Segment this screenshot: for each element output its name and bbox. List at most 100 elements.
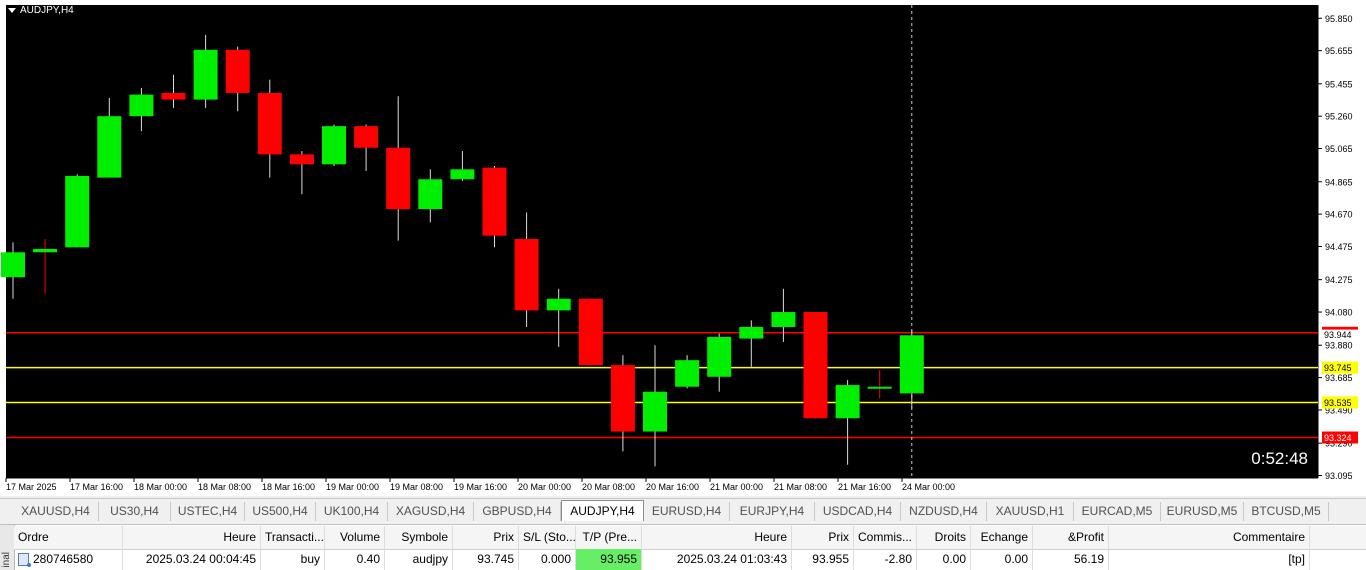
tab-chart[interactable]: UK100,H4	[316, 502, 388, 521]
candle-body	[129, 94, 154, 117]
table-cell: 2025.03.24 00:04:45	[123, 549, 261, 570]
chart-menu-triangle-icon[interactable]	[8, 8, 16, 13]
y-tick-label: 94.475	[1325, 242, 1353, 252]
tab-chart[interactable]: XAGUSD,H4	[388, 502, 474, 521]
candle-body	[514, 239, 539, 311]
candle-body	[578, 298, 603, 366]
candle-body	[193, 49, 218, 100]
x-tick-label: 20 Mar 16:00	[646, 482, 699, 492]
candle-body	[707, 336, 732, 377]
tab-chart[interactable]: EURJPY,H4	[730, 502, 815, 521]
tab-chart[interactable]: NZDUSD,H4	[901, 502, 987, 521]
tab-chart[interactable]: USDCAD,H4	[815, 502, 901, 521]
order-id: 280746580	[33, 552, 94, 566]
y-tick-label: 94.865	[1325, 177, 1353, 187]
y-tick-label: 94.670	[1325, 210, 1353, 220]
price-level-tag-label: 93.535	[1324, 398, 1352, 408]
x-tick-label: 19 Mar 08:00	[390, 482, 443, 492]
bar-countdown: 0:52:48	[1251, 449, 1308, 468]
column-header[interactable]: Heure	[123, 526, 261, 549]
chart-canvas[interactable]: 95.850 95.655 95.455 95.260 95.065 94.865 94.6…	[0, 0, 1366, 496]
y-tick-label: 94.080	[1325, 308, 1353, 318]
chart-symbol-title[interactable]: AUDJPY,H4	[8, 5, 74, 16]
terminal-side-caption[interactable]: inal	[0, 525, 15, 570]
x-tick-label: 18 Mar 08:00	[198, 482, 251, 492]
y-tick-label: 95.260	[1325, 112, 1353, 122]
history-table-header: Ordre Heure Transacti... Volume Symbole Prix S…	[14, 526, 1366, 550]
price-level-tag-label: 93.745	[1324, 363, 1352, 373]
price-chart[interactable]: 95.850 95.655 95.455 95.260 95.065 94.865 94.6…	[0, 0, 1366, 496]
tab-chart[interactable]: US30,H4	[99, 502, 171, 521]
candle-body	[867, 386, 892, 389]
y-tick-label: 95.455	[1325, 79, 1353, 89]
x-tick-label: 21 Mar 16:00	[838, 482, 891, 492]
tab-chart[interactable]: XAUUSD,H1	[987, 502, 1074, 521]
x-tick-label: 17 Mar 16:00	[70, 482, 123, 492]
column-header[interactable]: &Profit	[1033, 526, 1109, 549]
x-tick-label: 20 Mar 08:00	[582, 482, 635, 492]
order-icon	[18, 553, 31, 568]
candle-body	[803, 312, 828, 419]
candle-body	[257, 92, 282, 155]
table-cell: 0.000	[519, 549, 576, 570]
table-cell: 93.745	[453, 549, 519, 570]
candle-body	[546, 298, 571, 311]
x-tick-label: 20 Mar 00:00	[518, 482, 571, 492]
tab-chart[interactable]: EURUSD,M5	[1161, 502, 1244, 521]
y-tick-label: 95.065	[1325, 144, 1353, 154]
tab-chart[interactable]: XAUUSD,H4	[13, 502, 99, 521]
table-cell: 0.40	[325, 549, 385, 570]
tab-chart[interactable]: EURUSD,H4	[644, 502, 730, 521]
candle-body	[610, 365, 635, 432]
candle-body	[225, 49, 250, 93]
candle-body	[65, 175, 90, 248]
candle-body	[1, 252, 25, 278]
x-tick-label: 18 Mar 00:00	[134, 482, 187, 492]
column-header[interactable]: T/P (Pre...	[576, 526, 642, 549]
x-tick-label: 21 Mar 00:00	[710, 482, 763, 492]
price-level-tag-label: 93.324	[1324, 433, 1352, 443]
tab-chart[interactable]: USTEC,H4	[171, 502, 245, 521]
x-tick-label: 24 Mar 00:00	[902, 482, 955, 492]
y-tick-label: 95.850	[1325, 14, 1353, 24]
x-tick-label: 21 Mar 08:00	[774, 482, 827, 492]
y-tick-label: 95.655	[1325, 46, 1353, 56]
candle-body	[322, 126, 346, 165]
column-header[interactable]: Prix	[792, 526, 854, 549]
column-header[interactable]: Prix	[453, 526, 519, 549]
tab-chart[interactable]: EURCAD,M5	[1074, 502, 1161, 521]
column-header[interactable]: Transacti...	[261, 526, 325, 549]
y-tick-label: 94.275	[1325, 275, 1353, 285]
column-header[interactable]: S/L (Sto...	[519, 526, 576, 549]
candle-body	[386, 147, 411, 210]
column-header[interactable]: Echange	[971, 526, 1033, 549]
candle-body	[289, 154, 314, 165]
column-header[interactable]: Commis...	[854, 526, 917, 549]
column-header[interactable]: Droits	[917, 526, 971, 549]
terminal-panel: inal Ordre Heure Transacti... Volume Symbole…	[0, 524, 1366, 570]
table-cell: buy	[261, 549, 325, 570]
column-header[interactable]: Heure	[642, 526, 792, 549]
tab-chart[interactable]: US500,H4	[245, 502, 316, 521]
tab-chart[interactable]: AUDJPY,H4	[561, 500, 644, 521]
chart-symbol-label: AUDJPY,H4	[20, 5, 74, 16]
candle-body	[835, 385, 860, 419]
tab-chart[interactable]: GBPUSD,H4	[474, 502, 561, 521]
table-cell: 56.19	[1033, 549, 1109, 570]
column-header[interactable]: Volume	[325, 526, 385, 549]
tab-chart[interactable]: BTCUSD,M5	[1244, 502, 1329, 521]
candle-body	[739, 326, 764, 339]
column-header[interactable]: Commentaire	[1109, 526, 1310, 549]
table-cell: 93.955	[576, 549, 642, 570]
candle-body	[418, 179, 443, 210]
table-row[interactable]: 280746580 2025.03.24 00:04:45 buy 0.40 audjp…	[14, 549, 1366, 570]
column-header[interactable]: Ordre	[14, 526, 123, 549]
table-cell: 0.00	[917, 549, 971, 570]
candle-body	[161, 92, 186, 100]
y-tick-label: 93.095	[1325, 471, 1353, 481]
column-header[interactable]: Symbole	[385, 526, 453, 549]
candle-body	[771, 312, 796, 327]
chart-tab-bar: XAUUSD,H4 US30,H4 USTEC,H4 US500,H4 UK100,H4…	[0, 498, 1366, 521]
table-cell: 93.955	[792, 549, 854, 570]
candle-body	[482, 167, 507, 236]
